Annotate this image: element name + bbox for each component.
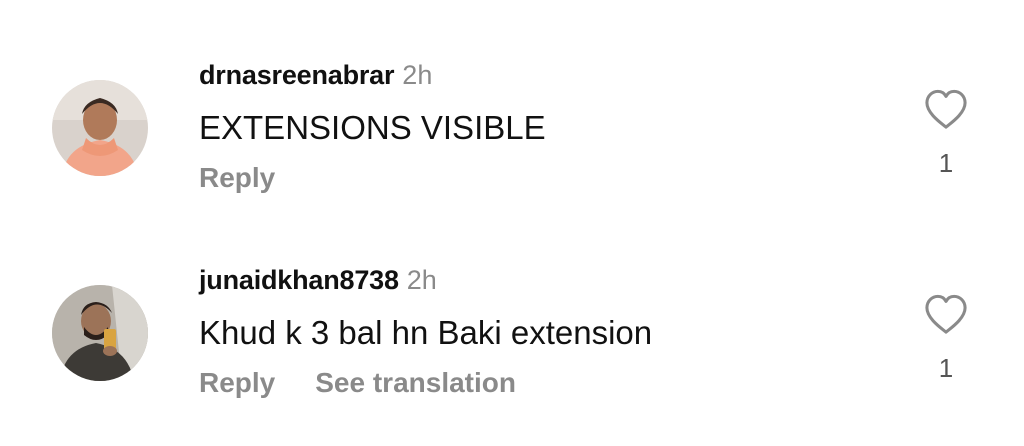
avatar-image — [52, 285, 148, 381]
avatar[interactable] — [52, 285, 148, 381]
username[interactable]: junaidkhan8738 — [199, 265, 399, 295]
comment-item: junaidkhan8738 2h Khud k 3 bal hn Baki ex… — [0, 205, 1024, 405]
avatar-image — [52, 80, 148, 176]
reply-button[interactable]: Reply — [199, 162, 275, 193]
username[interactable]: drnasreenabrar — [199, 60, 394, 90]
see-translation-button[interactable]: See translation — [315, 367, 516, 398]
comment-header: junaidkhan8738 2h — [199, 263, 437, 297]
comment-actions: Reply See translation — [199, 365, 516, 401]
comment-header: drnasreenabrar 2h — [199, 58, 432, 92]
heart-outline-icon[interactable] — [923, 293, 969, 335]
comment-text: Khud k 3 bal hn Baki extension — [199, 314, 653, 351]
comment-item: drnasreenabrar 2h EXTENSIONS VISIBLE Repl… — [0, 0, 1024, 200]
comment-actions: Reply — [199, 160, 275, 196]
like-area: 1 — [918, 293, 974, 383]
avatar[interactable] — [52, 80, 148, 176]
like-count: 1 — [938, 353, 954, 383]
timestamp: 2h — [406, 265, 437, 295]
reply-button[interactable]: Reply — [199, 367, 275, 398]
comment-text: EXTENSIONS VISIBLE — [199, 109, 546, 146]
like-count: 1 — [938, 148, 954, 178]
timestamp: 2h — [402, 60, 433, 90]
heart-outline-icon[interactable] — [923, 88, 969, 130]
like-area: 1 — [918, 88, 974, 178]
